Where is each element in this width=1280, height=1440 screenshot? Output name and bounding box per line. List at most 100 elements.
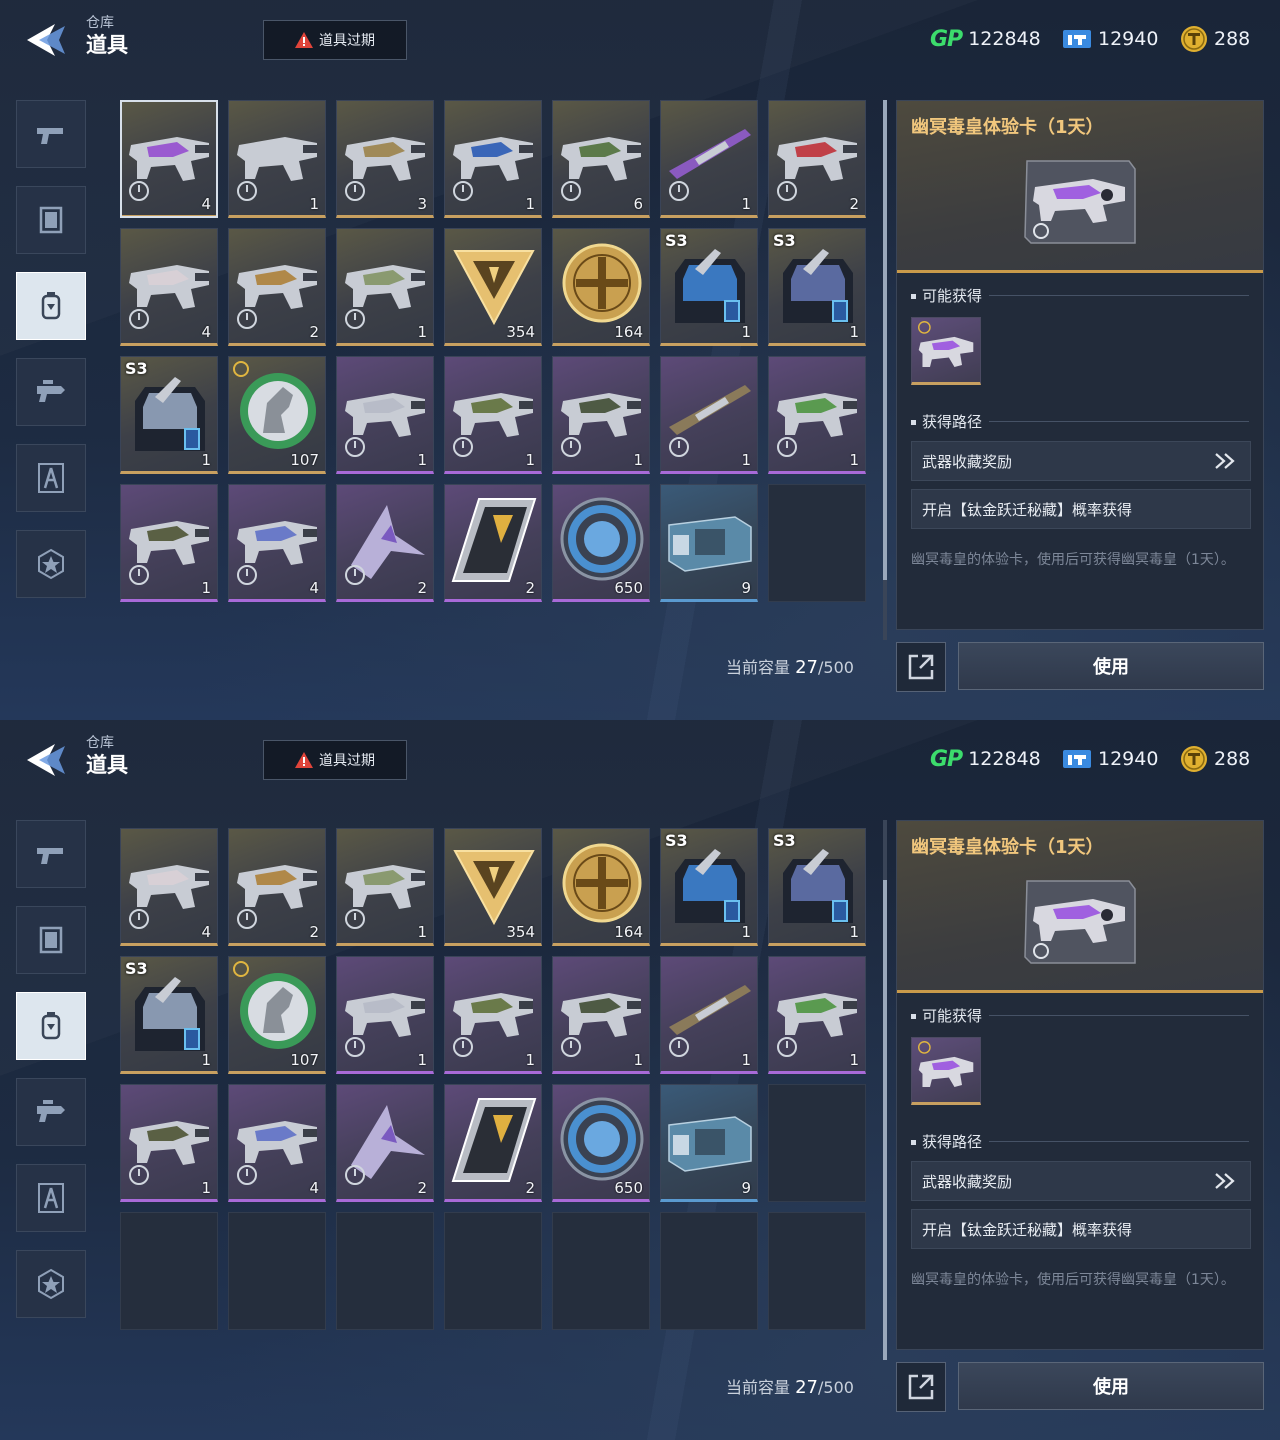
inventory-item[interactable]: 107 bbox=[228, 356, 326, 474]
inventory-item[interactable]: 1 bbox=[552, 956, 650, 1074]
inventory-item[interactable]: 1 bbox=[768, 956, 866, 1074]
back-button[interactable] bbox=[16, 14, 78, 66]
inventory-item[interactable]: 1 bbox=[228, 100, 326, 218]
share-button[interactable] bbox=[896, 642, 946, 692]
inventory-item[interactable]: 1 bbox=[660, 956, 758, 1074]
category-tab[interactable] bbox=[16, 992, 86, 1060]
inventory-item[interactable]: 354 bbox=[444, 828, 542, 946]
possible-reward-item[interactable] bbox=[911, 317, 981, 385]
item-quantity: 1 bbox=[201, 451, 211, 469]
inventory-item[interactable]: 354 bbox=[444, 228, 542, 346]
clock-icon bbox=[237, 1165, 257, 1185]
inventory-item[interactable]: S3 1 bbox=[660, 828, 758, 946]
category-tab[interactable] bbox=[16, 1164, 86, 1232]
reward-gun-image bbox=[917, 1041, 974, 1087]
route-weapon-collection[interactable]: 武器收藏奖励 bbox=[911, 441, 1251, 481]
inventory-item[interactable]: 1 bbox=[444, 100, 542, 218]
item-quantity: 1 bbox=[633, 1051, 643, 1069]
category-tab[interactable] bbox=[16, 358, 86, 426]
scroll-thumb[interactable] bbox=[883, 880, 887, 1360]
inventory-item[interactable]: 2 bbox=[444, 484, 542, 602]
inventory-item[interactable]: 107 bbox=[228, 956, 326, 1074]
inventory-item[interactable]: 1 bbox=[336, 356, 434, 474]
inventory-item[interactable]: 2 bbox=[768, 100, 866, 218]
inventory-item[interactable]: 2 bbox=[336, 484, 434, 602]
category-tab[interactable] bbox=[16, 906, 86, 974]
item-quantity: 1 bbox=[525, 451, 535, 469]
category-tab[interactable] bbox=[16, 272, 86, 340]
share-button[interactable] bbox=[896, 1362, 946, 1412]
scroll-thumb[interactable] bbox=[883, 100, 887, 580]
use-button[interactable]: 使用 bbox=[958, 1362, 1264, 1410]
inventory-item[interactable]: 1 bbox=[660, 100, 758, 218]
possible-reward-item[interactable] bbox=[911, 1037, 981, 1105]
empty-slot bbox=[768, 1212, 866, 1330]
route-weapon-collection[interactable]: 武器收藏奖励 bbox=[911, 1161, 1251, 1201]
inventory-item[interactable]: 650 bbox=[552, 484, 650, 602]
item-quantity: 1 bbox=[633, 451, 643, 469]
back-button[interactable] bbox=[16, 734, 78, 786]
inventory-item[interactable]: 9 bbox=[660, 484, 758, 602]
category-tab[interactable] bbox=[16, 530, 86, 598]
inventory-item[interactable]: 1 bbox=[336, 956, 434, 1074]
inventory-item[interactable]: S3 1 bbox=[120, 356, 218, 474]
inventory-item[interactable]: 2 bbox=[228, 828, 326, 946]
inventory-item[interactable]: 1 bbox=[336, 828, 434, 946]
item-quantity: 9 bbox=[741, 1179, 751, 1197]
inventory-item[interactable]: 4 bbox=[120, 828, 218, 946]
category-tab[interactable] bbox=[16, 820, 86, 888]
inventory-item[interactable]: 164 bbox=[552, 228, 650, 346]
category-tab[interactable] bbox=[16, 1078, 86, 1146]
inventory-item[interactable]: 4 bbox=[228, 484, 326, 602]
inventory-item[interactable]: 164 bbox=[552, 828, 650, 946]
inventory-item[interactable]: 3 bbox=[336, 100, 434, 218]
expired-items-button[interactable]: 道具过期 bbox=[263, 740, 407, 780]
grid-scrollbar[interactable] bbox=[883, 100, 887, 640]
inventory-item[interactable]: 1 bbox=[552, 356, 650, 474]
inventory-item[interactable]: 1 bbox=[660, 356, 758, 474]
item-grid: 4131612421354164S31S31S31107111111422650… bbox=[120, 820, 870, 1330]
use-button[interactable]: 使用 bbox=[958, 642, 1264, 690]
inventory-item[interactable]: 1 bbox=[120, 484, 218, 602]
inventory-item[interactable]: 6 bbox=[552, 100, 650, 218]
inventory-item[interactable]: 2 bbox=[336, 1084, 434, 1202]
item-bag-icon bbox=[41, 292, 61, 320]
item-detail-panel: 幽冥毒皇体验卡（1天） 可能获得 获得路径 武器收藏奖励 开启【钛金跃迁秘藏】概… bbox=[896, 820, 1264, 1350]
inventory-item[interactable]: 4 bbox=[120, 100, 218, 218]
category-tab[interactable] bbox=[16, 1250, 86, 1318]
item-quantity: 2 bbox=[309, 323, 319, 341]
inventory-item[interactable]: S3 1 bbox=[768, 228, 866, 346]
inventory-item[interactable]: 1 bbox=[768, 356, 866, 474]
double-chevron-right-icon bbox=[1215, 1173, 1235, 1189]
category-tab[interactable] bbox=[16, 444, 86, 512]
item-quantity: 4 bbox=[309, 1179, 319, 1197]
coin-currency: 288 bbox=[1180, 24, 1250, 54]
inventory-item[interactable]: 2 bbox=[228, 228, 326, 346]
inventory-item[interactable]: S3 1 bbox=[768, 828, 866, 946]
inventory-item[interactable]: S3 1 bbox=[660, 228, 758, 346]
character-icon bbox=[38, 1183, 64, 1213]
ticket-icon bbox=[1062, 746, 1092, 772]
clock-icon bbox=[233, 361, 249, 377]
item-quantity: 9 bbox=[741, 579, 751, 597]
inventory-item[interactable]: 2 bbox=[444, 1084, 542, 1202]
inventory-item[interactable]: 4 bbox=[120, 228, 218, 346]
grid-scrollbar[interactable] bbox=[883, 820, 887, 1360]
pistol-icon bbox=[37, 128, 63, 144]
inventory-item[interactable]: 1 bbox=[336, 228, 434, 346]
expired-items-button[interactable]: 道具过期 bbox=[263, 20, 407, 60]
detail-title: 幽冥毒皇体验卡（1天） bbox=[911, 117, 1104, 138]
clock-icon bbox=[129, 565, 149, 585]
item-image bbox=[783, 249, 853, 323]
inventory-item[interactable]: 4 bbox=[228, 1084, 326, 1202]
category-tab[interactable] bbox=[16, 100, 86, 168]
inventory-item[interactable]: 1 bbox=[444, 956, 542, 1074]
inventory-item[interactable]: 1 bbox=[444, 356, 542, 474]
inventory-item[interactable]: 650 bbox=[552, 1084, 650, 1202]
item-image bbox=[135, 377, 205, 451]
category-tab[interactable] bbox=[16, 186, 86, 254]
inventory-item[interactable]: 1 bbox=[120, 1084, 218, 1202]
inventory-item[interactable]: 9 bbox=[660, 1084, 758, 1202]
empty-slot bbox=[768, 1084, 866, 1202]
inventory-item[interactable]: S3 1 bbox=[120, 956, 218, 1074]
